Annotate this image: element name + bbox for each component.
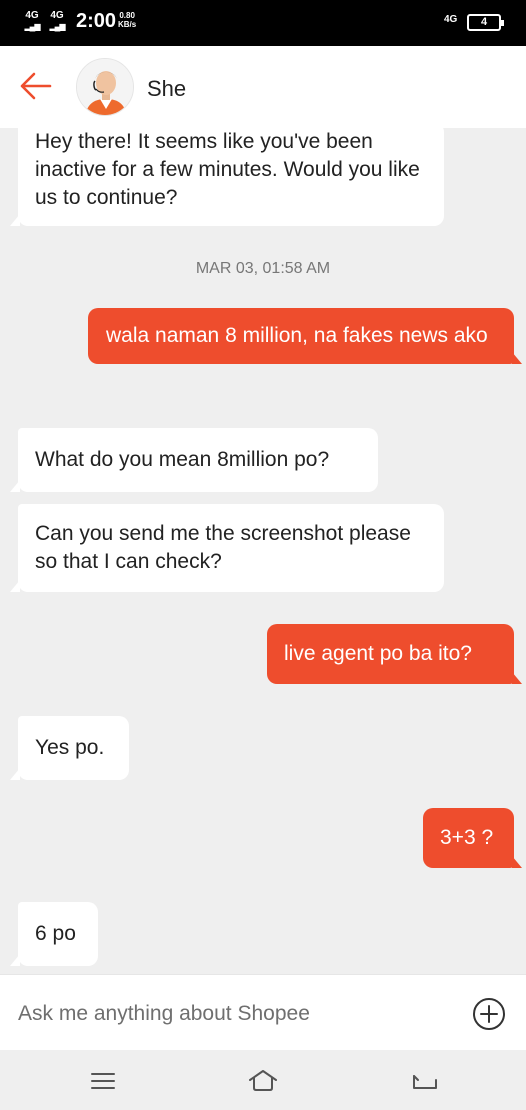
- network-type: 4G: [444, 14, 458, 25]
- message-text: Can you send me the screenshot please so…: [35, 522, 411, 573]
- status-bar: 4G ▂▄▆ 4G ▂▄▆ 2:00 0.80 KB/s 4G 4: [0, 0, 526, 46]
- signal-bars-icon: ▂▄▆: [24, 22, 41, 31]
- network-speed-unit: KB/s: [118, 20, 137, 29]
- home-button[interactable]: [246, 1064, 280, 1098]
- message-text: 3+3 ?: [440, 826, 494, 849]
- message-input[interactable]: [18, 999, 438, 1029]
- message-bubble-agent: What do you mean 8million po?: [10, 428, 378, 492]
- avatar[interactable]: [76, 58, 134, 116]
- message-text: Yes po.: [35, 736, 105, 759]
- agent-avatar-image: [77, 59, 133, 115]
- home-icon: [249, 1070, 277, 1091]
- add-circle-icon: [473, 998, 505, 1030]
- signal-sim1: 4G ▂▄▆: [22, 10, 42, 32]
- message-composer: [0, 974, 526, 1050]
- message-text: wala naman 8 million, na fakes news ako: [106, 324, 488, 347]
- signal-bars-icon: ▂▄▆: [49, 22, 66, 31]
- back-arrow-icon: [20, 72, 52, 100]
- status-clock: 2:00: [76, 10, 117, 32]
- message-bubble-agent: Can you send me the screenshot please so…: [10, 504, 444, 592]
- signal-sim1-label: 4G: [25, 10, 39, 21]
- menu-button[interactable]: [86, 1064, 120, 1098]
- message-text: 6 po: [35, 922, 76, 945]
- back-button[interactable]: [18, 68, 54, 104]
- back-nav-button[interactable]: [408, 1064, 442, 1098]
- signal-sim2: 4G ▂▄▆: [47, 10, 67, 32]
- chat-messages[interactable]: Hey there! It seems like you've been ina…: [0, 128, 526, 974]
- add-attachment-button[interactable]: [472, 997, 506, 1031]
- network-speed: 0.80 KB/s: [118, 11, 136, 29]
- message-bubble-agent: Hey there! It seems like you've been ina…: [10, 128, 444, 226]
- network-speed-value: 0.80: [119, 11, 135, 20]
- chat-contact-name: She: [147, 76, 187, 101]
- battery-level: 4: [480, 16, 488, 28]
- message-bubble-agent: 6 po: [10, 902, 98, 966]
- message-bubble-user: wala naman 8 million, na fakes news ako: [88, 308, 522, 364]
- back-nav-icon: [413, 1075, 437, 1089]
- message-text: What do you mean 8million po?: [35, 448, 330, 471]
- chat-header: She: [0, 46, 526, 128]
- message-text: live agent po ba ito?: [284, 642, 472, 665]
- system-navigation-bar: [0, 1050, 526, 1110]
- message-bubble-agent: Yes po.: [10, 716, 129, 780]
- menu-icon: [91, 1073, 115, 1089]
- message-bubble-user: live agent po ba ito?: [267, 624, 522, 684]
- message-text: Hey there! It seems like you've been ina…: [35, 130, 420, 209]
- message-bubble-user: 3+3 ?: [423, 808, 522, 868]
- message-timestamp: MAR 03, 01:58 AM: [195, 260, 331, 277]
- battery-icon: 4: [467, 14, 504, 31]
- signal-sim2-label: 4G: [50, 10, 64, 21]
